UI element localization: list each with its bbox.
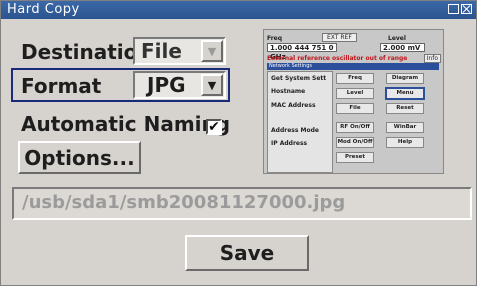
preview-freq-value: 1.000 444 751 0 GHz	[267, 43, 337, 61]
preview-button: Level	[336, 88, 374, 99]
preview-left-item: Hostname	[271, 88, 306, 95]
file-path-field[interactable]: /usb/sda1/smb20081127000.jpg	[12, 187, 472, 220]
hard-copy-dialog: Hard Copy Destination File ▼ Format JPG …	[0, 0, 477, 286]
chevron-down-icon: ▼	[201, 40, 223, 62]
preview-level-value: 2.000 mV	[380, 43, 425, 52]
destination-value: File	[141, 39, 182, 63]
screen-preview-thumbnail: Freq EXT REF Level 1.000 444 751 0 GHz 2…	[263, 29, 444, 174]
automatic-naming-checkbox[interactable]: ✔	[206, 119, 222, 135]
preview-left-item: Address Mode	[271, 127, 319, 134]
preview-button: Help	[386, 137, 424, 148]
preview-button: Preset	[336, 152, 374, 163]
preview-button: Reset	[386, 103, 424, 114]
preview-left-item: IP Address	[271, 140, 308, 147]
preview-button: Freq	[336, 73, 374, 84]
chevron-down-icon: ▼	[201, 74, 223, 96]
preview-freq-label: Freq	[267, 35, 283, 42]
preview-level-label: Level	[388, 35, 406, 42]
title-bar: Hard Copy	[1, 1, 476, 19]
preview-ext-ref: EXT REF	[322, 33, 357, 42]
preview-button: Mod On/Off	[336, 137, 374, 148]
preview-warning: External reference oscillator out of ran…	[267, 55, 408, 62]
format-value: JPG	[147, 73, 186, 97]
preview-button: Diagram	[386, 73, 424, 84]
preview-button: Menu	[385, 87, 425, 100]
window-title: Hard Copy	[7, 2, 80, 17]
save-button[interactable]: Save	[185, 235, 309, 271]
window-icon[interactable]	[448, 4, 459, 14]
options-button[interactable]: Options...	[18, 141, 141, 174]
preview-left-panel: Get System Sett Hostname MAC Address Add…	[267, 71, 333, 173]
preview-button: RF On/Off	[336, 122, 374, 133]
preview-tabs: Network Settings	[267, 63, 439, 70]
preview-info: Info	[423, 54, 441, 63]
format-label: Format	[21, 74, 102, 98]
preview-button: File	[336, 103, 374, 114]
preview-button: WinBar	[386, 122, 424, 133]
destination-select[interactable]: File ▼	[133, 37, 226, 65]
close-icon[interactable]	[461, 4, 472, 14]
preview-left-item: Get System Sett	[271, 75, 327, 82]
automatic-naming-label: Automatic Naming	[21, 112, 231, 136]
format-select[interactable]: JPG ▼	[133, 71, 226, 99]
preview-left-item: MAC Address	[271, 102, 316, 109]
